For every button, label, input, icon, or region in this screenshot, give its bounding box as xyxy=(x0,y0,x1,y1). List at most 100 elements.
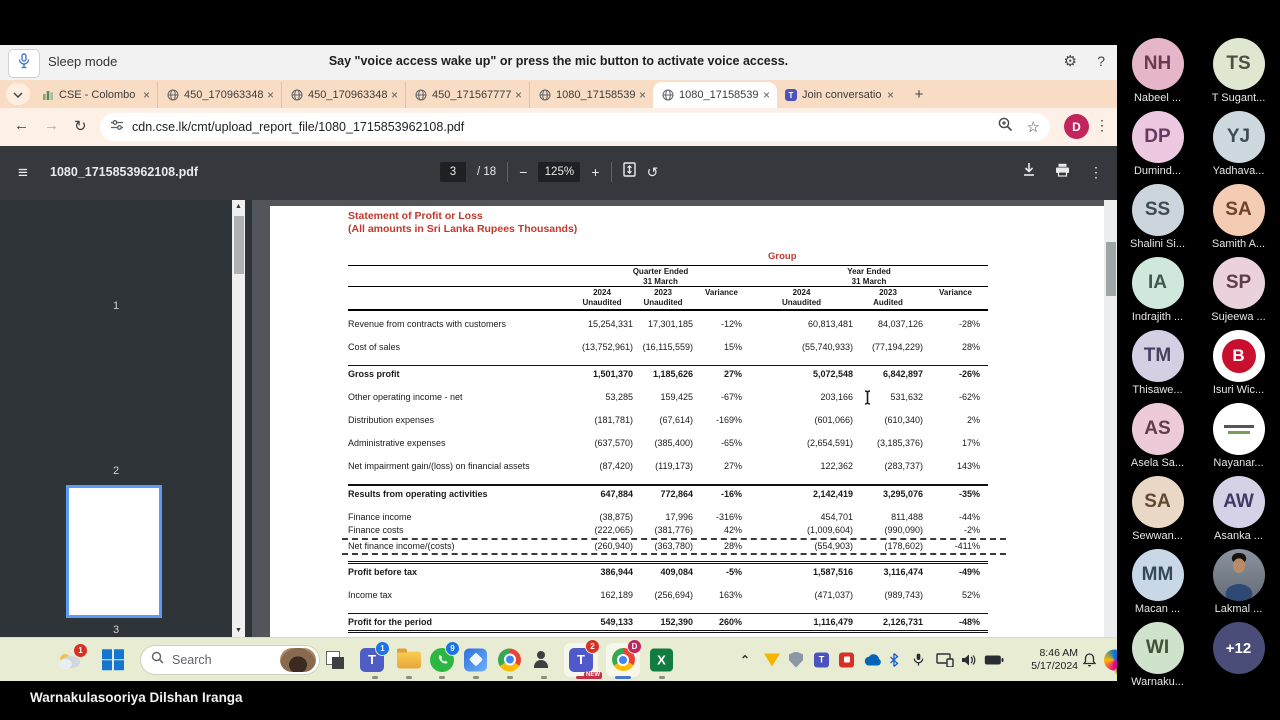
print-icon[interactable] xyxy=(1055,163,1070,182)
thumbnail-page-3[interactable] xyxy=(66,485,162,618)
page-number-input[interactable]: 3 xyxy=(440,162,466,182)
participant-name: Nayanar... xyxy=(1213,457,1263,469)
gear-icon[interactable]: ⚙ xyxy=(1064,52,1077,70)
globe-favicon-icon xyxy=(414,89,427,102)
photos-button[interactable] xyxy=(464,648,487,671)
scrollbar-thumb[interactable] xyxy=(1106,242,1116,296)
reload-icon[interactable]: ↻ xyxy=(74,117,87,135)
document-scrollbar[interactable] xyxy=(1104,200,1117,637)
tab-close-icon[interactable]: × xyxy=(636,88,649,102)
browser-tab[interactable]: 450_170963348× xyxy=(281,82,405,108)
tab-close-icon[interactable]: × xyxy=(884,88,897,102)
fit-page-icon[interactable] xyxy=(623,162,636,182)
onedrive-tray-icon[interactable] xyxy=(863,653,882,666)
participant-avatar[interactable]: AW xyxy=(1213,476,1265,528)
browser-tab[interactable]: 450_171567777× xyxy=(405,82,529,108)
chrome-button[interactable] xyxy=(498,648,521,671)
volume-tray-icon[interactable] xyxy=(961,653,976,666)
zoom-in-icon[interactable]: + xyxy=(591,164,599,180)
participant-avatar[interactable]: WI xyxy=(1132,622,1184,674)
participant-avatar[interactable]: AS xyxy=(1132,403,1184,455)
pdf-filename: 1080_1715853962108.pdf xyxy=(50,165,198,179)
file-explorer-button[interactable] xyxy=(397,651,421,668)
zoom-level[interactable]: 125% xyxy=(538,162,580,182)
browser-tab[interactable]: 450_170963348× xyxy=(157,82,281,108)
forward-icon[interactable]: → xyxy=(44,117,59,134)
help-icon[interactable]: ? xyxy=(1097,53,1105,69)
participant-photo[interactable] xyxy=(1213,549,1265,601)
header-line: Unaudited xyxy=(633,298,693,308)
whatsapp-button[interactable]: 9 xyxy=(430,648,454,672)
tab-close-icon[interactable]: × xyxy=(264,88,277,102)
weather-widget[interactable]: 1 xyxy=(56,650,84,670)
participant-avatar[interactable]: NH xyxy=(1132,38,1184,90)
start-button[interactable] xyxy=(102,649,124,671)
taskbar-clock[interactable]: 8:46 AM 5/17/2024 xyxy=(1031,647,1078,673)
download-icon[interactable] xyxy=(1022,162,1036,182)
scroll-up-icon[interactable]: ▲ xyxy=(232,203,245,210)
new-tab-button[interactable]: + xyxy=(907,82,931,106)
excel-button[interactable]: X xyxy=(650,648,673,671)
browser-tab[interactable]: CSE - Colombo× xyxy=(33,82,157,108)
profile-avatar[interactable]: D xyxy=(1064,114,1089,139)
tray-expand-icon[interactable]: ⌃ xyxy=(740,653,750,667)
participant-logo[interactable]: B xyxy=(1213,330,1265,382)
participant-logo[interactable] xyxy=(1213,403,1265,455)
browser-tab[interactable]: 1080_17158539× xyxy=(653,82,777,108)
thumbnail-scrollbar[interactable]: ▲ ▼ xyxy=(232,200,245,637)
cell-value: (554,903) xyxy=(750,541,853,552)
overflow-count-avatar[interactable]: +12 xyxy=(1213,622,1265,674)
red-app-tray-icon[interactable] xyxy=(839,652,854,667)
search-highlight-image[interactable] xyxy=(280,648,316,672)
participant-avatar[interactable]: YJ xyxy=(1213,111,1265,163)
pdf-more-icon[interactable]: ⋮ xyxy=(1089,164,1103,181)
teams-app-button[interactable]: T 2 NEW xyxy=(564,643,598,677)
browser-menu-icon[interactable]: ⋮ xyxy=(1095,117,1109,134)
cell-value: (67,614) xyxy=(633,415,693,426)
row-label: Net finance income/(costs) xyxy=(348,541,571,552)
participant-avatar[interactable]: SA xyxy=(1213,184,1265,236)
browser-tab[interactable]: 1080_17158539× xyxy=(529,82,653,108)
participant-avatar[interactable]: DP xyxy=(1132,111,1184,163)
site-info-icon[interactable] xyxy=(110,118,124,136)
scrollbar-thumb[interactable] xyxy=(234,216,244,274)
tray-app-icon[interactable] xyxy=(764,653,780,666)
tab-close-icon[interactable]: × xyxy=(140,88,153,102)
cell-value: (283,737) xyxy=(853,461,923,472)
zoom-out-icon[interactable]: − xyxy=(519,164,527,180)
notifications-button[interactable] xyxy=(1082,652,1097,667)
security-tray-icon[interactable] xyxy=(789,652,803,668)
taskbar-search[interactable]: Search xyxy=(140,645,320,675)
chat-button[interactable]: T 1 xyxy=(360,648,384,672)
participant-avatar[interactable]: SA xyxy=(1132,476,1184,528)
participant-avatar[interactable]: MM xyxy=(1132,549,1184,601)
mic-tray-icon[interactable] xyxy=(913,652,924,667)
task-view-button[interactable] xyxy=(326,651,344,669)
url-field[interactable]: cdn.cse.lk/cmt/upload_report_file/1080_1… xyxy=(100,113,1050,141)
tab-close-icon[interactable]: × xyxy=(512,88,525,102)
pdf-menu-icon[interactable]: ≡ xyxy=(18,163,28,183)
participant-avatar[interactable]: TS xyxy=(1213,38,1265,90)
back-icon[interactable]: ← xyxy=(14,117,29,134)
teams-tray-icon[interactable]: T xyxy=(814,652,829,667)
cell-value: (181,781) xyxy=(571,415,633,426)
scroll-down-icon[interactable]: ▼ xyxy=(232,627,245,634)
participant-avatar[interactable]: TM xyxy=(1132,330,1184,382)
chrome-profile-button[interactable]: D xyxy=(606,643,640,677)
cell-value: (77,194,229) xyxy=(853,342,923,353)
cast-tray-icon[interactable] xyxy=(936,653,954,667)
running-indicator-chrome xyxy=(615,676,631,679)
tab-close-icon[interactable]: × xyxy=(388,88,401,102)
tab-close-icon[interactable]: × xyxy=(760,88,773,102)
bluetooth-tray-icon[interactable] xyxy=(889,652,899,667)
battery-tray-icon[interactable] xyxy=(984,654,1004,665)
participant-avatar[interactable]: SP xyxy=(1213,257,1265,309)
zoom-page-icon[interactable] xyxy=(998,117,1013,137)
tab-search-button[interactable] xyxy=(6,83,30,105)
participant-avatar[interactable]: IA xyxy=(1132,257,1184,309)
participant-avatar[interactable]: SS xyxy=(1132,184,1184,236)
people-button[interactable] xyxy=(532,650,552,670)
rotate-icon[interactable]: ↺ xyxy=(647,164,659,181)
bookmark-star-icon[interactable]: ☆ xyxy=(1027,118,1040,136)
browser-tab[interactable]: TJoin conversatio× xyxy=(777,82,901,108)
